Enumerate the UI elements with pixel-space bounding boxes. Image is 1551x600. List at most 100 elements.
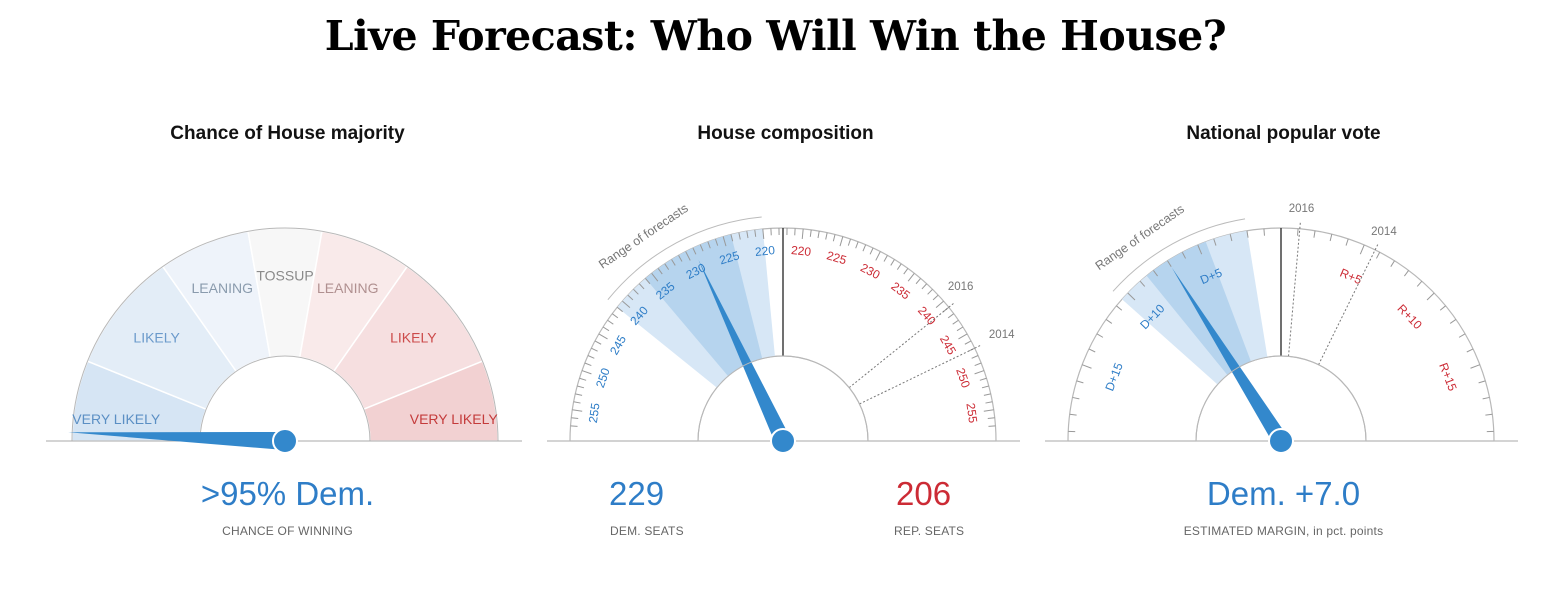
tick-mark xyxy=(579,377,587,381)
tick-mark xyxy=(958,333,968,340)
year-marker-line xyxy=(1318,244,1379,365)
tick-mark xyxy=(1470,364,1481,369)
tick-mark xyxy=(1081,364,1092,369)
tick-label: 255 xyxy=(586,402,603,424)
dem-seats-value: 229 xyxy=(609,475,665,512)
needle-pivot xyxy=(272,428,298,454)
majority-caption: CHANCE OF WINNING xyxy=(222,524,353,538)
tick-mark xyxy=(947,313,955,319)
tick-mark xyxy=(875,251,881,261)
tick-mark xyxy=(1076,380,1084,384)
tick-mark xyxy=(921,283,928,290)
tick-mark xyxy=(801,228,804,239)
tick-mark xyxy=(890,259,895,266)
tick-label: 250 xyxy=(953,366,973,390)
tick-mark xyxy=(1466,348,1474,353)
tick-mark xyxy=(1416,280,1423,287)
tick-mark xyxy=(1403,270,1409,277)
tick-mark xyxy=(932,294,939,301)
panel-chance-majority: Chance of House majority VERY LIKELY LIKE… xyxy=(29,0,546,600)
tick-mark xyxy=(896,263,902,270)
year-marker-label: 2016 xyxy=(1289,203,1315,215)
tick-label: R+5 xyxy=(1338,266,1364,288)
tick-mark xyxy=(572,409,583,412)
tick-mark xyxy=(1458,333,1466,338)
tick-mark xyxy=(952,319,959,325)
tick-label: 235 xyxy=(888,279,913,303)
tick-mark xyxy=(907,272,915,282)
tick-mark xyxy=(1485,413,1493,416)
tick-mark xyxy=(1439,305,1446,311)
tick-mark xyxy=(1345,238,1349,246)
segment-label: LEANING xyxy=(317,280,378,296)
year-marker-label: 2016 xyxy=(948,281,974,293)
tick-mark xyxy=(983,409,994,412)
tick-label: 230 xyxy=(858,260,882,282)
tick-mark xyxy=(587,355,595,359)
tick-mark xyxy=(1116,305,1123,311)
tick-mark xyxy=(974,370,985,375)
estimated-margin-caption: ESTIMATED MARGIN, in pct. points xyxy=(1183,524,1384,538)
tick-mark xyxy=(927,288,933,295)
tick-mark xyxy=(577,385,585,389)
tick-mark xyxy=(1069,413,1077,416)
segment-label: TOSSUP xyxy=(256,268,313,284)
tick-mark xyxy=(1329,234,1333,242)
tick-mark xyxy=(847,238,852,246)
tick-mark xyxy=(598,333,608,340)
needle-pivot xyxy=(1268,428,1294,454)
segment-label: LEANING xyxy=(192,280,253,296)
tick-mark xyxy=(575,393,583,396)
tick-label: R+15 xyxy=(1436,361,1460,393)
tick-mark xyxy=(1096,333,1104,338)
tick-mark xyxy=(809,229,812,237)
tick-mark xyxy=(591,347,598,352)
tick-mark xyxy=(974,362,982,367)
dem-seats-caption: DEM. SEATS xyxy=(610,524,684,538)
needle-pivot xyxy=(770,428,796,454)
tick-mark xyxy=(983,393,991,396)
tick-mark xyxy=(1449,319,1457,324)
tick-mark xyxy=(862,244,867,252)
tick-mark xyxy=(611,313,619,319)
tick-mark xyxy=(839,236,844,247)
tick-label: R+10 xyxy=(1395,301,1425,332)
tick-mark xyxy=(817,231,820,239)
tick-mark xyxy=(832,234,836,242)
panel-house-composition: House composition 255 250 245 240 235 230 225 2… xyxy=(527,0,1044,600)
year-marker-label: 2014 xyxy=(1371,226,1397,238)
tick-mark xyxy=(915,278,921,285)
segment-label: VERY LIKELY xyxy=(72,411,161,427)
tick-mark xyxy=(1359,244,1365,255)
tick-label: 255 xyxy=(963,402,980,424)
tick-mark xyxy=(1375,252,1381,259)
tick-mark xyxy=(935,300,944,309)
tick-mark xyxy=(1482,396,1490,400)
tick-mark xyxy=(571,417,579,420)
tick-mark xyxy=(1105,319,1113,324)
segment-label: LIKELY xyxy=(390,330,437,346)
tick-mark xyxy=(956,326,964,332)
majority-probability: >95% Dem. xyxy=(200,475,375,512)
tick-mark xyxy=(1390,260,1395,267)
tick-mark xyxy=(581,370,592,375)
tick-mark xyxy=(883,255,888,262)
tick-mark xyxy=(979,377,987,381)
tick-label: 250 xyxy=(593,366,613,390)
segment-label: LIKELY xyxy=(133,330,180,346)
tick-mark xyxy=(1297,228,1299,236)
year-marker-line xyxy=(1287,222,1301,357)
tick-mark xyxy=(869,247,874,255)
tick-mark xyxy=(607,319,614,325)
tick-mark xyxy=(1263,228,1265,236)
tick-mark xyxy=(1313,230,1316,238)
tick-mark xyxy=(1088,348,1096,353)
tick-mark xyxy=(1072,396,1080,400)
tick-label: 225 xyxy=(825,248,848,267)
estimated-margin-value: Dem. +7.0 xyxy=(1206,475,1361,512)
gauge-composition: 255250245240235230225 220 220 2252302352402… xyxy=(547,201,1020,454)
tick-mark xyxy=(981,385,989,389)
panel-popular-vote: National popular vote D+15 D+10 D+5 R+5 R+10… xyxy=(1025,0,1542,600)
tick-mark xyxy=(573,401,581,404)
year-marker-label: 2014 xyxy=(989,329,1015,341)
